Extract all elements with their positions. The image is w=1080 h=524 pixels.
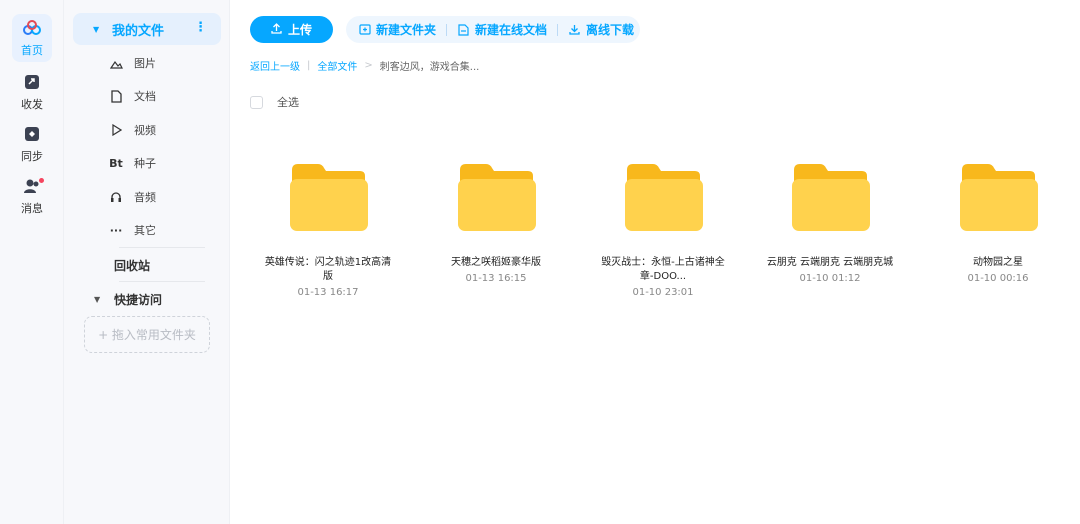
file-time: 01-10 00:16: [967, 273, 1029, 284]
breadcrumb-separator: |: [307, 60, 311, 71]
toolbar-separator: [446, 23, 448, 36]
divider: [119, 281, 205, 282]
new-folder-button[interactable]: 新建文件夹: [358, 16, 436, 43]
new-online-doc-button[interactable]: 新建在线文档: [457, 16, 547, 43]
rail-item-sync[interactable]: 同步: [12, 120, 52, 168]
upload-button[interactable]: 上传: [250, 16, 333, 43]
file-name: 动物园之星: [973, 257, 1023, 268]
folder-icon: [456, 160, 536, 232]
sidebar-item-label: 视频: [134, 124, 156, 137]
file-item[interactable]: 动物园之星 01-10 00:16: [926, 160, 1070, 284]
file-time: 01-10 01:12: [799, 273, 861, 284]
sidebar-item-label: 快捷访问: [114, 293, 163, 307]
rail-item-home[interactable]: 首页: [12, 14, 52, 62]
upload-icon: [271, 22, 282, 37]
sidebar-item-documents[interactable]: 文档: [109, 85, 156, 107]
folder-icon: [288, 160, 368, 232]
image-icon: [109, 56, 123, 70]
notification-badge: [39, 178, 44, 183]
new-folder-label: 新建文件夹: [376, 23, 437, 37]
video-play-icon: [109, 123, 123, 137]
sidebar-item-label: 图片: [134, 57, 156, 70]
caret-down-icon[interactable]: ▼: [93, 25, 103, 34]
sidebar-item-label: 我的文件: [112, 23, 165, 39]
breadcrumb-all-files-link[interactable]: 全部文件: [317, 58, 357, 73]
sidebar-item-label: 种子: [134, 157, 156, 170]
document-icon: [109, 89, 123, 103]
rail-item-share[interactable]: 收发: [12, 68, 52, 116]
sidebar-item-my-files[interactable]: ▼ 我的文件 ⋮: [73, 13, 221, 45]
offline-download-label: 离线下载: [586, 23, 635, 37]
sync-icon: [22, 124, 42, 144]
breadcrumb-separator: >: [364, 60, 373, 71]
folder-icon: [790, 160, 870, 232]
breadcrumb-current: 刺客边风，游戏合集...: [379, 62, 480, 73]
sidebar-item-images[interactable]: 图片: [109, 52, 156, 74]
rail-item-messages[interactable]: 消息: [12, 172, 52, 220]
new-online-doc-label: 新建在线文档: [475, 23, 548, 37]
share-arrow-icon: [22, 72, 42, 92]
sidebar-item-others[interactable]: ··· 其它: [109, 219, 156, 241]
offline-download-button[interactable]: 离线下载: [568, 16, 634, 43]
rail-label: 同步: [21, 150, 43, 163]
download-icon: [568, 23, 581, 36]
file-item[interactable]: 天穗之咲稻姬豪华版 01-13 16:15: [424, 160, 568, 284]
more-vertical-icon[interactable]: ⋮: [194, 20, 207, 35]
left-rail: 首页 收发 同步 消息: [0, 0, 64, 524]
file-time: 01-13 16:15: [465, 273, 527, 284]
file-name: 天穗之咲稻姬豪华版: [451, 257, 541, 268]
rail-label: 首页: [21, 44, 43, 57]
toolbar-separator: [557, 23, 559, 36]
file-name: 英雄传说：闪之轨迹1改高清版: [264, 257, 392, 282]
select-all-checkbox[interactable]: [250, 95, 263, 109]
more-dots-icon: ···: [109, 223, 123, 237]
upload-label: 上传: [287, 23, 312, 37]
rail-label: 消息: [21, 202, 43, 215]
toolbar-actions: 新建文件夹 新建在线文档 离线下载: [346, 16, 640, 43]
new-folder-icon: [358, 23, 371, 36]
select-all-label: 全选: [277, 96, 299, 109]
sidebar-item-videos[interactable]: 视频: [109, 119, 156, 141]
sidebar-item-audio[interactable]: 音频: [109, 186, 156, 208]
file-name: 毁灭战士：永恒-上古诸神全章-DOO...: [601, 257, 725, 282]
select-all[interactable]: 全选: [250, 94, 299, 110]
sidebar-item-label: 音频: [134, 191, 156, 204]
file-time: 01-10 23:01: [632, 287, 694, 298]
divider: [119, 247, 205, 248]
caret-down-icon[interactable]: ▼: [94, 295, 104, 304]
folder-icon: [623, 160, 703, 232]
file-item[interactable]: 云朋克 云端朋克 云端朋克城 01-10 01:12: [758, 160, 902, 284]
headphone-icon: [109, 190, 123, 204]
sidebar-item-label: 文档: [134, 90, 156, 103]
breadcrumb: 返回上一级 | 全部文件 > 刺客边风，游戏合集...: [250, 58, 479, 73]
file-item[interactable]: 毁灭战士：永恒-上古诸神全章-DOO... 01-10 23:01: [591, 160, 735, 298]
file-time: 01-13 16:17: [297, 287, 359, 298]
sidebar-item-torrents[interactable]: Bt 种子: [109, 152, 156, 174]
baidu-netdisk-logo-icon: [22, 18, 42, 38]
rail-label: 收发: [21, 98, 43, 111]
folder-icon: [958, 160, 1038, 232]
sidebar-item-label: 其它: [134, 224, 156, 237]
sidebar-item-recycle-bin[interactable]: 回收站: [114, 257, 150, 274]
file-name: 云朋克 云端朋克 云端朋克城: [766, 257, 894, 268]
breadcrumb-back-link[interactable]: 返回上一级: [250, 58, 300, 73]
file-item[interactable]: 英雄传说：闪之轨迹1改高清版 01-13 16:17: [256, 160, 400, 298]
online-doc-icon: [457, 23, 470, 36]
quick-access-drop-zone[interactable]: + 拖入常用文件夹: [84, 316, 210, 353]
sidebar-item-quick-access[interactable]: ▼ 快捷访问: [94, 291, 162, 308]
bt-icon: Bt: [109, 156, 123, 170]
sidebar: ▼ 我的文件 ⋮ 图片 文档 视频 Bt 种子 音频 ··· 其它 回收站 ▼ …: [64, 0, 230, 524]
